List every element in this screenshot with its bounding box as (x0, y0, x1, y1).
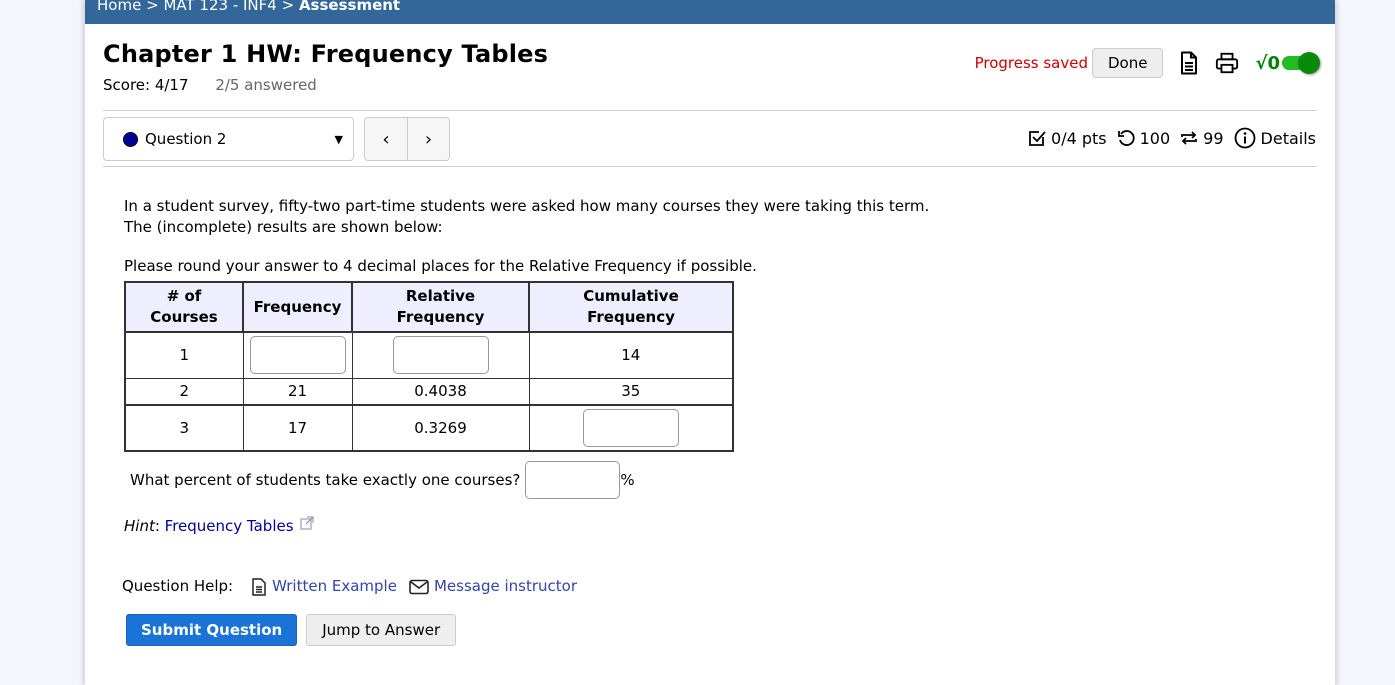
progress-status: Progress saved (974, 54, 1088, 72)
question-intro-2: The (incomplete) results are shown below… (124, 218, 443, 236)
column-header: Relative Frequency (351, 281, 530, 333)
question-select[interactable]: Question 2 ▼ (103, 117, 354, 161)
cumulative-frequency-input-3[interactable] (582, 409, 679, 447)
envelope-icon (409, 579, 429, 594)
submit-question-button[interactable]: Submit Question (126, 614, 298, 646)
cumulative-cell (528, 404, 734, 452)
percent-question: What percent of students take exactly on… (130, 461, 929, 499)
checkbox-icon (1029, 131, 1046, 146)
caret-down-icon: ▼ (334, 132, 343, 146)
breadcrumb: Home > MAT 123 - INF4 > Assessment (85, 0, 1335, 24)
question-stats: 0/4 pts 100 99 Details (1018, 127, 1316, 149)
toggle-knob (1298, 52, 1320, 74)
question-navigation: Question 2 ▼ ‹ › (103, 117, 450, 161)
question-arrows: ‹ › (364, 117, 450, 161)
question-intro-1: In a student survey, fifty-two part-time… (124, 197, 930, 215)
frequency-cell (242, 331, 353, 379)
document-icon[interactable] (1177, 51, 1201, 75)
table-row: 2 21 0.4038 35 (124, 377, 734, 406)
breadcrumb-home[interactable]: Home (97, 0, 141, 14)
hint: Hint: Frequency Tables (124, 516, 929, 537)
question-instruction: Please round your answer to 4 decimal pl… (124, 257, 757, 275)
done-button[interactable]: Done (1092, 48, 1164, 78)
retry-icon (1117, 130, 1135, 146)
versions-stat: 99 (1180, 129, 1224, 148)
print-icon[interactable] (1215, 51, 1239, 75)
assessment-header: Chapter 1 HW: Frequency Tables Score: 4/… (103, 40, 1320, 94)
score-text: Score: 4/17 (103, 76, 189, 94)
frequency-cell: 21 (242, 377, 353, 406)
column-header: Cumulative Frequency (528, 281, 734, 333)
repeat-icon (1181, 131, 1198, 145)
courses-cell: 1 (124, 331, 244, 379)
question-help: Question Help: Written Example Message i… (122, 576, 929, 597)
relative-cell: 0.3269 (351, 404, 530, 452)
frequency-cell: 17 (242, 404, 353, 452)
percent-prompt: What percent of students take exactly on… (130, 470, 521, 489)
attempts-stat: 100 (1117, 129, 1170, 148)
assessment-page: Home > MAT 123 - INF4 > Assessment Chapt… (85, 0, 1335, 685)
divider (103, 110, 1316, 111)
relative-cell: 0.4038 (351, 377, 530, 406)
math-entry-toggle[interactable] (1282, 52, 1320, 74)
cumulative-cell: 14 (528, 331, 734, 379)
courses-cell: 3 (124, 404, 244, 452)
answered-count: 2/5 answered (215, 76, 317, 94)
points-stat: 0/4 pts (1028, 129, 1107, 148)
percent-suffix: % (620, 470, 635, 489)
frequency-table: # of Courses Frequency Relative Frequenc… (124, 281, 734, 452)
breadcrumb-separator: > (146, 0, 159, 14)
details-button[interactable]: Details (1234, 127, 1316, 149)
column-header: Frequency (242, 281, 353, 333)
column-header: # of Courses (124, 281, 244, 333)
jump-to-answer-button[interactable]: Jump to Answer (306, 614, 457, 646)
table-row: 3 17 0.3269 (124, 404, 734, 452)
question-status-dot (123, 131, 138, 147)
question-select-value: Question 2 (145, 130, 227, 148)
question-help-label: Question Help: (122, 577, 234, 595)
info-icon (1234, 127, 1255, 149)
table-row: 1 14 (124, 331, 734, 379)
breadcrumb-separator: > (281, 0, 295, 14)
cumulative-cell: 35 (528, 377, 734, 406)
next-question-button[interactable]: › (407, 118, 449, 160)
hint-label: Hint (124, 517, 155, 535)
question-actions: Submit Question Jump to Answer (126, 614, 929, 646)
divider (103, 166, 1316, 167)
hint-link[interactable]: Frequency Tables (165, 517, 294, 535)
question-body: In a student survey, fifty-two part-time… (122, 196, 930, 646)
document-icon (252, 577, 266, 596)
written-example-link[interactable]: Written Example (251, 576, 397, 597)
breadcrumb-course[interactable]: MAT 123 - INF4 (163, 0, 276, 14)
frequency-input-1[interactable] (249, 336, 346, 375)
message-instructor-link[interactable]: Message instructor (409, 576, 577, 597)
math-entry-label: √0 (1255, 52, 1280, 74)
relative-frequency-input-1[interactable] (392, 336, 489, 375)
courses-cell: 2 (124, 377, 244, 406)
breadcrumb-current: Assessment (298, 0, 401, 14)
relative-cell (351, 331, 530, 379)
previous-question-button[interactable]: ‹ (365, 118, 407, 160)
percent-input[interactable] (525, 461, 621, 499)
external-link-icon (300, 516, 314, 530)
